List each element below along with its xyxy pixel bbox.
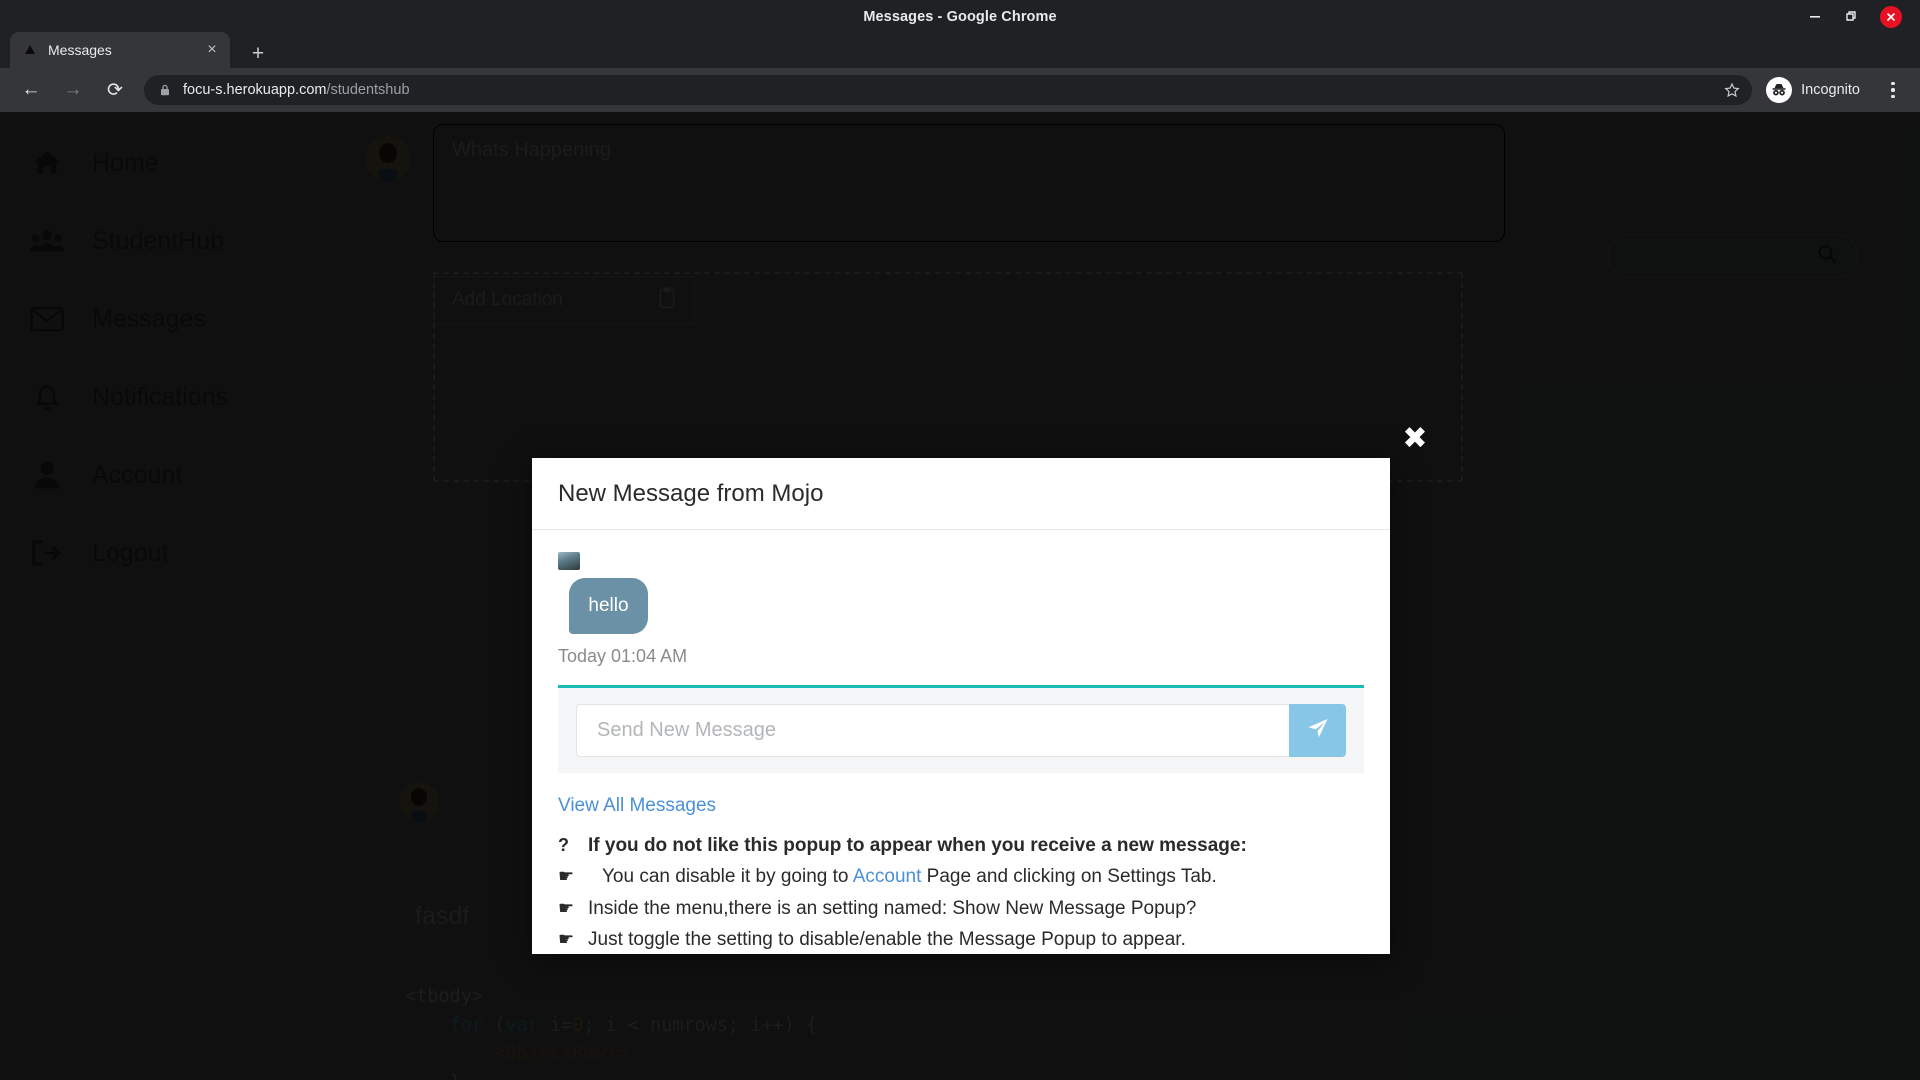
incognito-profile-chip[interactable]: Incognito [1762, 75, 1874, 105]
message-sender-thumbnail [558, 552, 580, 570]
incognito-label: Incognito [1801, 82, 1860, 98]
modal-body: hello Today 01:04 AM Send New Message [532, 530, 1390, 954]
help-line-1-pre: You can disable it by going to [602, 866, 853, 887]
help-line-2-text: Inside the menu,there is an setting name… [588, 894, 1196, 923]
reload-button[interactable]: ⟳ [98, 73, 132, 107]
url-path: /studentshub [326, 82, 409, 98]
pointing-hand-icon: ☛ [558, 863, 578, 891]
question-mark-icon: ? [558, 832, 578, 860]
help-row-3: ☛ Just toggle the setting to disable/ena… [558, 924, 1364, 955]
tab-messages[interactable]: Messages × [10, 32, 230, 68]
bookmark-star-icon[interactable] [1724, 82, 1740, 98]
help-row-1: ☛ You can disable it by going to Account… [558, 861, 1364, 892]
url-host: focu-s.herokuapp.com [183, 82, 326, 98]
help-row-2: ☛ Inside the menu,there is an setting na… [558, 893, 1364, 924]
minimize-button[interactable] [1808, 9, 1824, 25]
omnibox-toolbar: ← → ⟳ focu-s.herokuapp.com/studentshub [0, 68, 1920, 112]
browser-window: Messages - Google Chrome M [0, 0, 1920, 1080]
view-all-messages-link[interactable]: View All Messages [558, 795, 716, 817]
message-timestamp: Today 01:04 AM [558, 646, 1364, 667]
forward-button[interactable]: → [56, 73, 90, 107]
chrome-menu-button[interactable] [1880, 75, 1906, 105]
send-icon [1306, 716, 1330, 745]
favicon-icon [22, 42, 38, 58]
new-tab-button[interactable]: + [245, 40, 271, 66]
help-line-3-text: Just toggle the setting to disable/enabl… [588, 925, 1186, 954]
modal-title: New Message from Mojo [558, 480, 823, 508]
modal-help-text: ? If you do not like this popup to appea… [558, 830, 1364, 956]
send-message-button[interactable] [1289, 704, 1346, 757]
send-message-input[interactable]: Send New Message [576, 704, 1289, 757]
tab-strip: Messages × + [0, 28, 1920, 68]
send-message-section: Send New Message [558, 685, 1364, 773]
incognito-icon [1766, 77, 1792, 103]
back-button[interactable]: ← [14, 73, 48, 107]
help-heading: If you do not like this popup to appear … [588, 831, 1247, 860]
pointing-hand-icon: ☛ [558, 895, 578, 923]
send-message-placeholder: Send New Message [597, 719, 776, 742]
lock-icon [158, 83, 172, 97]
help-heading-row: ? If you do not like this popup to appea… [558, 830, 1364, 861]
tab-close-icon[interactable]: × [202, 40, 222, 60]
help-line-1-post: Page and clicking on Settings Tab. [921, 866, 1216, 887]
address-bar[interactable]: focu-s.herokuapp.com/studentshub [144, 75, 1752, 105]
new-message-modal: New Message from Mojo hello Today 01:04 … [532, 458, 1390, 954]
modal-header: New Message from Mojo [532, 458, 1390, 530]
tab-title: Messages [48, 42, 192, 58]
close-modal-button[interactable]: ✖ [1398, 422, 1432, 456]
message-bubble: hello [569, 578, 648, 634]
window-title: Messages - Google Chrome [863, 9, 1056, 25]
page-viewport: Home StudentHub [0, 112, 1920, 1080]
maximize-button[interactable] [1844, 9, 1860, 25]
account-link[interactable]: Account [853, 866, 922, 887]
close-window-button[interactable] [1880, 6, 1902, 28]
pointing-hand-icon: ☛ [558, 926, 578, 954]
